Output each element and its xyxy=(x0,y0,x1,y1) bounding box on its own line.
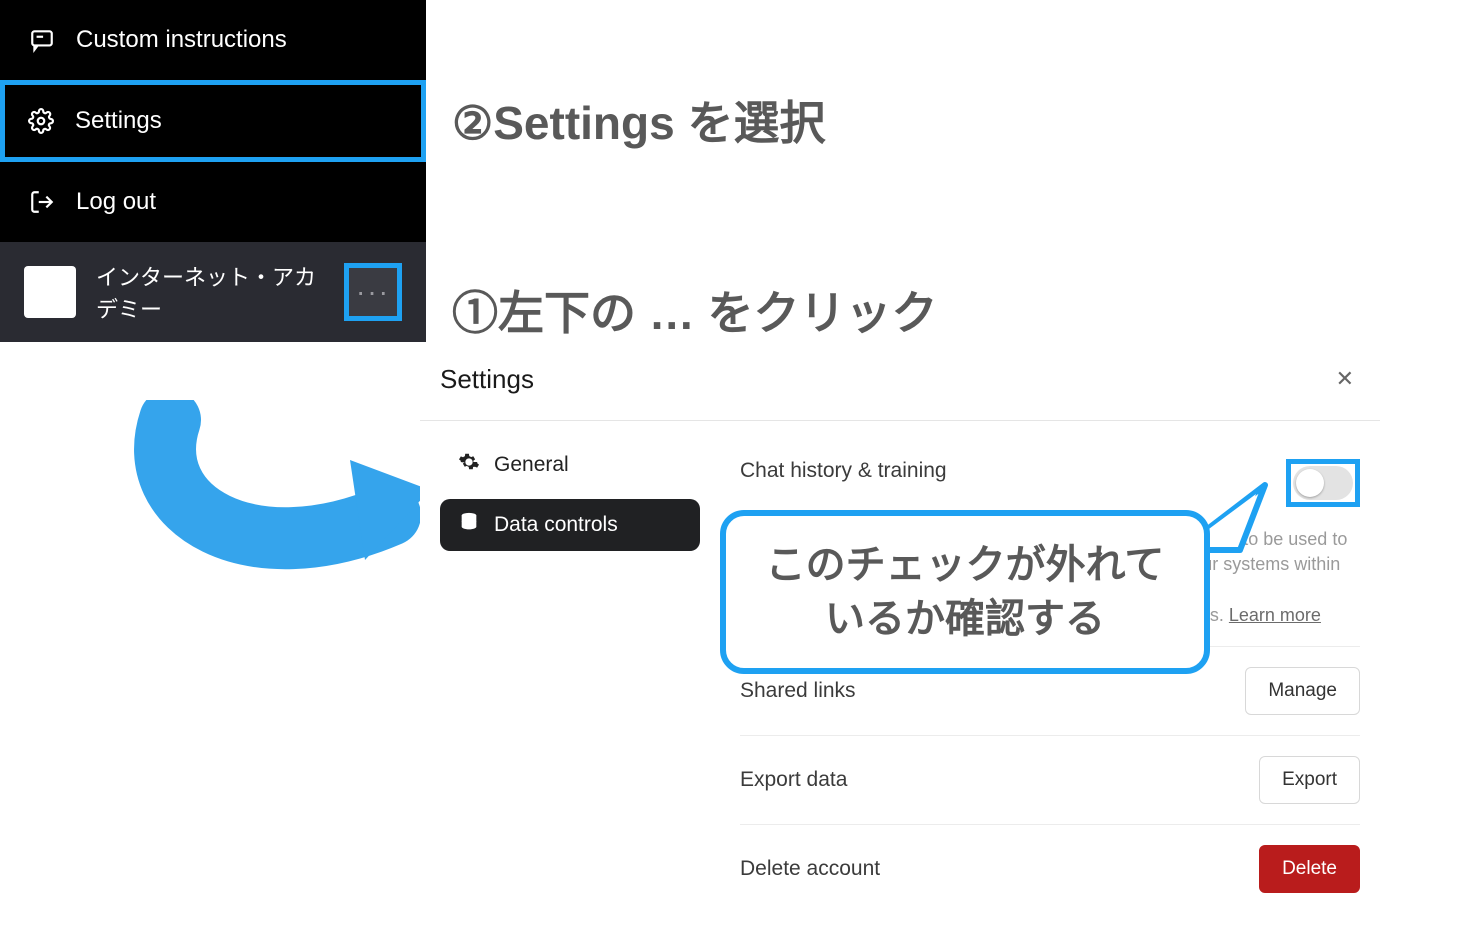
gear-icon xyxy=(27,107,55,135)
profile-row: インターネット・アカデミー ··· xyxy=(0,242,426,342)
menu-item-logout[interactable]: Log out xyxy=(0,162,426,242)
avatar xyxy=(24,266,76,318)
settings-header: Settings ✕ xyxy=(420,350,1380,421)
export-title: Export data xyxy=(740,768,847,792)
callout-line1: このチェックが外れて xyxy=(766,543,1165,587)
manage-button[interactable]: Manage xyxy=(1245,667,1360,715)
logout-icon xyxy=(28,188,56,216)
menu-label: Settings xyxy=(75,107,162,135)
gear-icon xyxy=(458,451,480,479)
callout-line2: いるか確認する xyxy=(825,597,1105,641)
menu-item-custom-instructions[interactable]: Custom instructions xyxy=(0,0,426,80)
learn-more-link[interactable]: Learn more xyxy=(1229,605,1321,625)
close-icon: ✕ xyxy=(1336,366,1354,391)
menu-item-settings[interactable]: Settings xyxy=(0,80,426,162)
profile-name: インターネット・アカデミー xyxy=(96,260,324,324)
account-menu: Custom instructions Settings Log out インタ… xyxy=(0,0,426,342)
chat-icon xyxy=(28,26,56,54)
delete-title: Delete account xyxy=(740,857,880,881)
menu-label: Custom instructions xyxy=(76,26,287,54)
arrow-icon xyxy=(130,400,430,580)
settings-title: Settings xyxy=(440,364,534,395)
history-toggle-highlight xyxy=(1286,459,1360,507)
callout-bubble: このチェックが外れて いるか確認する xyxy=(720,510,1210,674)
delete-button[interactable]: Delete xyxy=(1259,845,1360,893)
settings-nav-general[interactable]: General xyxy=(440,439,700,491)
annotation-step1: ①左下の … をクリック xyxy=(452,286,938,341)
export-button[interactable]: Export xyxy=(1259,756,1360,804)
history-toggle[interactable] xyxy=(1293,466,1353,500)
nav-label: Data controls xyxy=(494,513,618,537)
settings-nav-data-controls[interactable]: Data controls xyxy=(440,499,700,551)
ellipsis-icon: ··· xyxy=(356,276,390,308)
annotation-step2: ②Settings を選択 xyxy=(452,96,825,151)
more-options-button[interactable]: ··· xyxy=(344,263,402,321)
database-icon xyxy=(458,511,480,539)
shared-links-title: Shared links xyxy=(740,679,856,703)
close-button[interactable]: ✕ xyxy=(1330,360,1360,398)
history-title: Chat history & training xyxy=(740,459,947,483)
menu-label: Log out xyxy=(76,188,156,216)
nav-label: General xyxy=(494,453,569,477)
settings-nav: General Data controls xyxy=(440,439,700,551)
toggle-knob xyxy=(1296,469,1324,497)
